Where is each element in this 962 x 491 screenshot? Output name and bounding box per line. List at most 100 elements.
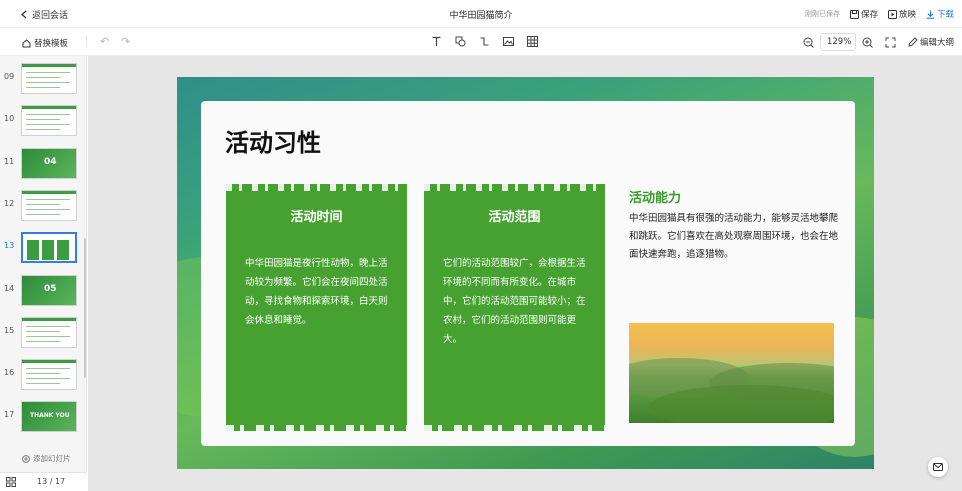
activity-time-panel[interactable]: 活动时间 中华田园猫是夜行性动物，晚上活动较为频繁。它们会在夜间四处活动，寻找食… — [226, 184, 407, 431]
grid-view-icon[interactable] — [6, 477, 16, 487]
slide-thumbnail-row[interactable]: 13 — [0, 229, 87, 265]
brush-edge — [424, 184, 605, 191]
thumb-text-line — [26, 330, 60, 332]
thumb-text-line — [26, 129, 60, 131]
text-tool-icon[interactable] — [430, 35, 443, 48]
current-slide[interactable]: 活动习性 活动时间 中华田园猫是夜行性动物，晚上活动较为频繁。它们会在夜间四处活… — [177, 77, 874, 469]
add-slide-button[interactable]: 添加幻灯片 — [22, 453, 71, 464]
replace-template-label: 替换模板 — [34, 39, 69, 49]
activity-ability-text[interactable]: 中华田园猫具有很强的活动能力，能够灵活地攀爬和跳跃。它们喜欢在高处观察周围环境，… — [629, 210, 839, 264]
slide-number: 17 — [4, 410, 15, 420]
thumb-text-line — [26, 208, 70, 210]
download-icon — [926, 10, 935, 19]
slide-thumbnail[interactable]: 05 — [21, 274, 77, 306]
thumb-big-text: 05 — [44, 283, 57, 294]
grassland-photo[interactable] — [629, 323, 834, 423]
zoom-in-icon[interactable] — [862, 37, 873, 48]
image-tool-icon[interactable] — [502, 35, 515, 48]
thumb-text-line — [26, 72, 70, 73]
thumb-header-bar — [22, 360, 76, 364]
thumb-text-line — [26, 378, 70, 380]
thumb-text-line — [26, 325, 70, 327]
thumb-text-line — [26, 114, 70, 116]
activity-range-panel[interactable]: 活动范围 它们的活动范围较广，会根据生活环境的不同而有所变化。在城市中，它们的活… — [424, 184, 605, 431]
redo-icon[interactable]: ↷ — [121, 35, 130, 48]
slide-thumbnail[interactable] — [21, 189, 77, 221]
slide-thumbnail-row[interactable]: 15 — [0, 314, 87, 350]
download-label: 下载 — [936, 10, 954, 20]
save-icon — [849, 9, 859, 19]
mail-icon — [933, 463, 943, 471]
thumb-text-line — [26, 119, 60, 121]
slide-thumbnail-row[interactable]: 16 — [0, 356, 87, 392]
brush-edge — [424, 425, 605, 431]
slide-thumbnail-row[interactable]: 12 — [0, 187, 87, 223]
slide-canvas: 活动习性 活动时间 中华田园猫是夜行性动物，晚上活动较为频繁。它们会在夜间四处活… — [88, 56, 962, 491]
slide-thumbnail[interactable] — [21, 105, 77, 137]
line-tool-icon[interactable] — [478, 35, 491, 48]
thumb-header-bar — [22, 106, 76, 110]
slide-number: 12 — [4, 198, 15, 208]
table-tool-icon[interactable] — [526, 35, 539, 48]
shape-tool-icon[interactable] — [454, 35, 467, 48]
slide-number: 14 — [4, 283, 15, 293]
slide-thumbnail[interactable] — [21, 316, 77, 348]
thumb-text-line — [26, 373, 60, 375]
edit-outline-button[interactable]: 编辑大纲 — [908, 36, 954, 48]
thumb-text-line — [26, 203, 60, 205]
slide-heading[interactable]: 活动习性 — [225, 123, 321, 158]
slide-thumbnail-row[interactable]: 11 04 — [0, 145, 87, 181]
slide-thumbnail[interactable] — [21, 359, 77, 391]
thumb-header-bar — [22, 190, 76, 194]
slide-thumbnail-row[interactable]: 09 — [0, 60, 87, 96]
thumbnail-scrollbar[interactable] — [84, 238, 86, 378]
slide-thumbnail-row[interactable]: 17 THANK YOU — [0, 398, 87, 434]
zoom-level-field[interactable]: 129% — [819, 33, 856, 51]
slide-thumbnail[interactable]: 04 — [21, 147, 77, 179]
brush-edge — [226, 184, 407, 191]
slide-number: 09 — [4, 72, 15, 81]
top-bar: 返回会话 中华田园猫简介 刚刚已保存 保存 放映 下载 — [0, 0, 962, 28]
thumb-column-block — [27, 240, 39, 261]
slide-number: 10 — [4, 114, 15, 124]
thumb-column-block — [57, 240, 69, 261]
save-button[interactable]: 保存 — [849, 8, 878, 20]
template-icon — [22, 38, 31, 47]
autosave-status: 刚刚已保存 — [804, 10, 840, 18]
page-indicator: 13 / 17 — [37, 477, 66, 486]
thumb-text-line — [26, 340, 60, 342]
thumb-column-block — [42, 240, 54, 261]
feedback-button[interactable] — [928, 457, 948, 477]
thumb-header-bar — [22, 317, 76, 321]
thumb-header-bar — [22, 64, 76, 67]
slide-thumbnail-row[interactable]: 14 05 — [0, 272, 87, 308]
brush-edge — [226, 425, 407, 431]
thumb-text-line — [26, 198, 70, 200]
sidebar-footer: 13 / 17 — [0, 472, 87, 491]
activity-ability-title[interactable]: 活动能力 — [629, 187, 681, 206]
fullscreen-icon[interactable] — [885, 37, 896, 48]
undo-icon[interactable]: ↶ — [100, 35, 109, 48]
thumb-text-line — [26, 124, 70, 126]
add-slide-label: 添加幻灯片 — [33, 454, 71, 463]
slide-thumbnail-row[interactable]: 10 — [0, 102, 87, 138]
thumb-text-line — [26, 213, 60, 215]
activity-range-text: 它们的活动范围较广，会根据生活环境的不同而有所变化。在城市中，它们的活动范围可能… — [443, 258, 586, 345]
zoom-out-icon[interactable] — [803, 37, 814, 48]
add-circle-icon — [22, 454, 30, 463]
slide-number: 11 — [4, 156, 15, 166]
thumb-text-line — [26, 87, 60, 88]
activity-time-text: 中华田园猫是夜行性动物，晚上活动较为频繁。它们会在夜间四处活动，寻找食物和探索环… — [245, 258, 388, 326]
slide-thumbnail[interactable]: THANK YOU — [21, 401, 77, 433]
play-button[interactable]: 放映 — [887, 8, 916, 20]
slide-number: 16 — [4, 368, 15, 378]
activity-range-title: 活动范围 — [488, 210, 541, 225]
edit-outline-label: 编辑大纲 — [919, 38, 954, 48]
replace-template-button[interactable]: 替换模板 — [22, 37, 68, 49]
pen-icon — [908, 37, 918, 47]
slide-thumbnail[interactable] — [21, 232, 77, 264]
slide-thumbnail[interactable] — [21, 63, 77, 94]
thumb-text-line — [26, 82, 70, 83]
toolbar-divider — [86, 36, 87, 48]
download-button[interactable]: 下载 — [926, 8, 954, 20]
